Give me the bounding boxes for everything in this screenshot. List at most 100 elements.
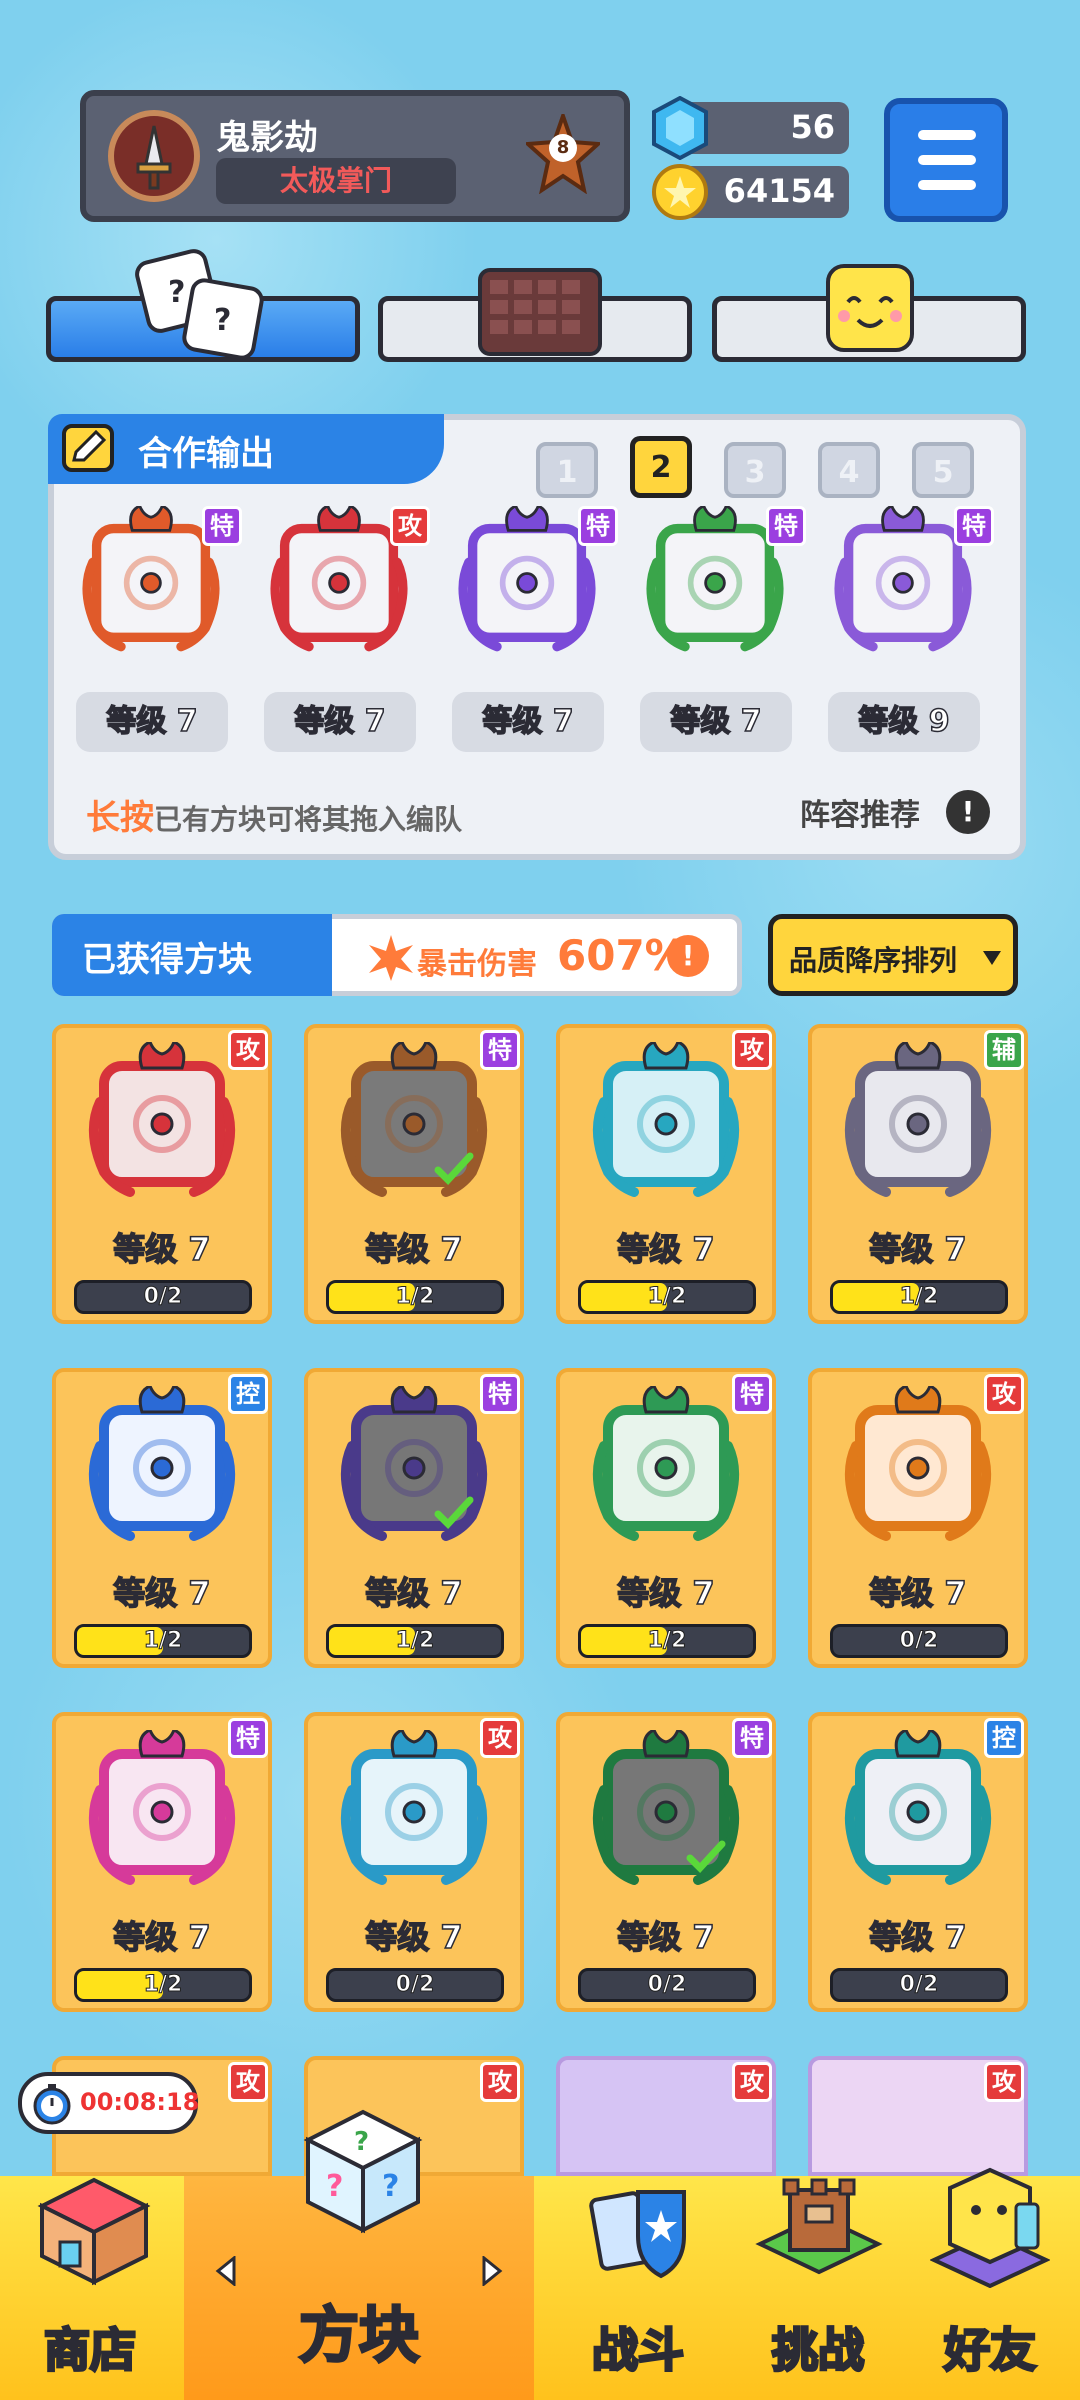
role-badge: 特	[766, 506, 806, 546]
progress-text: 1/2	[647, 1284, 687, 1310]
upgrade-progress-bar: 1/2	[326, 1624, 504, 1658]
team-slot-3[interactable]: 3	[724, 442, 786, 498]
role-badge: 特	[480, 1374, 520, 1414]
dragon-frame-icon	[88, 1384, 236, 1541]
block-card[interactable]: 攻等级 7 0/2	[52, 1024, 272, 1324]
nav-friends[interactable]: 好友	[900, 2167, 1080, 2400]
block-card[interactable]: 特等级 7 1/2	[556, 1368, 776, 1668]
block-level: 等级 7	[365, 1917, 464, 1957]
team-header: 合作输出	[48, 414, 444, 484]
team-card[interactable]: 特	[452, 504, 618, 656]
block-card[interactable]: 控等级 7 0/2	[808, 1712, 1028, 2012]
progress-text: 1/2	[143, 1628, 183, 1654]
block-face	[334, 1040, 494, 1202]
block-level: 等级 7	[113, 1573, 212, 1613]
team-card-level: 等级 7	[452, 692, 604, 752]
sword-icon	[136, 125, 172, 190]
role-badge: 攻	[390, 506, 430, 546]
block-level: 等级 7	[869, 1917, 968, 1957]
nav-shop[interactable]: 商店	[0, 2176, 180, 2400]
team-slot-1[interactable]: 1	[536, 442, 598, 498]
player-profile-card[interactable]: 鬼影劫 太极掌门 8	[80, 90, 630, 222]
progress-text: 0/2	[395, 1972, 435, 1998]
role-badge: 攻	[732, 2062, 772, 2102]
block-level: 等级 7	[365, 1229, 464, 1269]
menu-bar	[918, 155, 976, 165]
progress-text: 1/2	[395, 1628, 435, 1654]
player-title: 太极掌门	[279, 164, 392, 197]
team-card[interactable]: 特	[640, 504, 806, 656]
block-face	[586, 1384, 746, 1546]
progress-text: 1/2	[899, 1284, 939, 1310]
role-badge: 特	[732, 1374, 772, 1414]
block-card[interactable]: 特等级 7 1/2	[304, 1368, 524, 1668]
block-card[interactable]: 特等级 7 1/2	[304, 1024, 524, 1324]
block-level: 等级 7	[113, 1917, 212, 1957]
team-card[interactable]: 攻	[264, 504, 430, 656]
info-icon[interactable]: !	[946, 790, 990, 834]
block-card[interactable]: 控等级 7 1/2	[52, 1368, 272, 1668]
shop-icon	[37, 2177, 151, 2286]
dragon-frame-icon	[88, 1728, 236, 1885]
team-card[interactable]: 特	[76, 504, 242, 656]
player-title-box: 太极掌门	[216, 158, 456, 204]
role-badge: 攻	[732, 1030, 772, 1070]
upgrade-progress-bar: 1/2	[74, 1968, 252, 2002]
lineup-recommend-button[interactable]: 阵容推荐	[800, 790, 920, 834]
nav-blocks[interactable]: ? ? ? 方块	[184, 2109, 534, 2400]
team-slot-4[interactable]: 4	[818, 442, 880, 498]
block-card[interactable]: 特等级 7 0/2	[556, 1712, 776, 2012]
drag-hint: 长按已有方块可将其拖入编队	[86, 790, 462, 839]
progress-text: 1/2	[395, 1284, 435, 1310]
progress-text: 0/2	[143, 1284, 183, 1310]
team-slot-2[interactable]: 2	[630, 436, 692, 498]
crit-burst-icon	[369, 935, 413, 981]
nav-challenge-label: 挑战	[771, 2322, 866, 2379]
drag-hint-text: 已有方块可将其拖入编队	[154, 803, 463, 836]
team-slot-5[interactable]: 5	[912, 442, 974, 498]
dragon-frame-icon	[340, 1728, 488, 1885]
stopwatch-icon	[33, 2084, 71, 2125]
player-avatar[interactable]	[108, 110, 200, 202]
progress-text: 1/2	[143, 1972, 183, 1998]
block-card[interactable]: 辅等级 7 1/2	[808, 1024, 1028, 1324]
nav-battle-label: 战斗	[591, 2322, 686, 2379]
sort-dropdown[interactable]: 品质降序排列	[768, 914, 1018, 996]
player-name: 鬼影劫	[216, 118, 318, 158]
block-card[interactable]: 攻等级 7 0/2	[808, 1368, 1028, 1668]
nav-challenge[interactable]: 挑战	[728, 2176, 908, 2400]
progress-text: 0/2	[899, 1972, 939, 1998]
menu-button[interactable]	[884, 98, 1008, 222]
crit-damage-label: 暴击伤害	[417, 947, 537, 982]
team-card[interactable]: 特	[828, 504, 994, 656]
block-level: 等级 7	[365, 1573, 464, 1613]
role-badge: 控	[984, 1718, 1024, 1758]
progress-text: 1/2	[647, 1628, 687, 1654]
block-card[interactable]: 攻	[808, 2056, 1028, 2176]
crit-info-icon[interactable]: !	[667, 935, 709, 977]
block-card[interactable]: 攻等级 7 1/2	[556, 1024, 776, 1324]
edit-pencil-icon[interactable]	[62, 424, 114, 472]
progress-text: 0/2	[899, 1628, 939, 1654]
arrow-right-icon[interactable]	[480, 2256, 504, 2286]
block-card[interactable]: 攻等级 7 0/2	[304, 1712, 524, 2012]
block-card[interactable]: 特等级 7 1/2	[52, 1712, 272, 2012]
nav-blocks-label: 方块	[298, 2300, 421, 2373]
event-timer[interactable]: 00:08:18	[18, 2072, 199, 2134]
block-card[interactable]: 攻	[556, 2056, 776, 2176]
role-badge: 特	[732, 1718, 772, 1758]
upgrade-progress-bar: 1/2	[578, 1624, 756, 1658]
team-card-level: 等级 7	[640, 692, 792, 752]
bottom-nav: 商店 ? ? ? 方块 战斗 挑战 好友	[0, 2109, 1080, 2400]
nav-battle[interactable]: 战斗	[548, 2176, 728, 2400]
check-icon	[434, 1496, 474, 1530]
role-badge: 特	[480, 1030, 520, 1070]
friend-character-icon	[930, 2167, 1050, 2288]
dropdown-arrow-icon	[983, 951, 1001, 965]
challenge-fort-icon	[755, 2178, 883, 2275]
drag-hint-key: 长按	[86, 798, 154, 838]
block-face	[334, 1384, 494, 1546]
arrow-left-icon[interactable]	[214, 2256, 238, 2286]
svg-text:?: ?	[354, 2127, 369, 2157]
block-face	[334, 1728, 494, 1890]
